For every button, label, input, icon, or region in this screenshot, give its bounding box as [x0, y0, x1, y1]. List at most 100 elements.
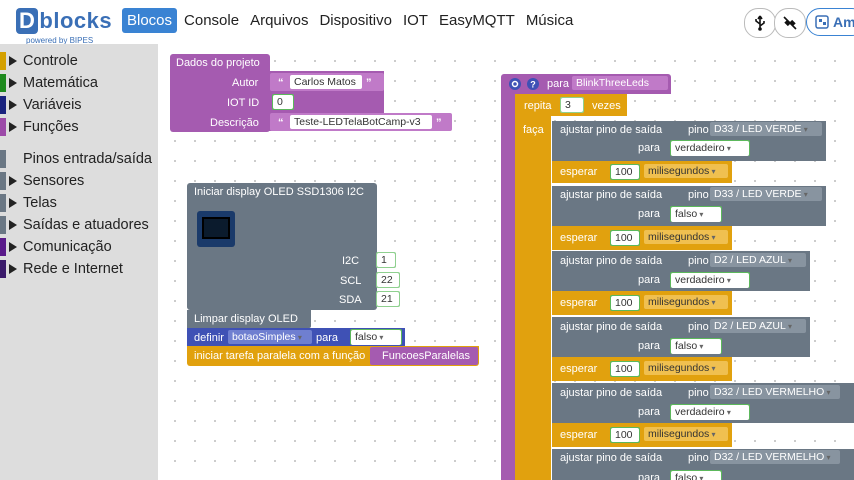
category-color-bar	[0, 194, 6, 212]
wait-ms: 100	[611, 296, 639, 310]
value-block[interactable]: verdadeiro	[670, 272, 750, 288]
pin-value: falso	[671, 339, 721, 354]
wait-label: esperar	[560, 232, 598, 244]
parallel-task-label: iniciar tarefa paralela com a função	[194, 350, 366, 362]
pin-dropdown[interactable]: D2 / LED AZUL	[710, 253, 806, 267]
category-telas[interactable]: Telas	[0, 192, 158, 214]
expand-arrow-icon	[9, 198, 17, 208]
wait-ms-field[interactable]: 100	[610, 230, 640, 246]
tab-iot[interactable]: IOT	[399, 8, 432, 33]
quote-close-icon: ”	[366, 77, 372, 89]
wait-unit-dropdown[interactable]: milisegundos	[644, 230, 728, 244]
function-name-field[interactable]: BlinkThreeLeds	[572, 76, 668, 90]
wait-ms-field[interactable]: 100	[610, 164, 640, 180]
to-label: para	[638, 406, 661, 418]
to-label: para	[638, 208, 661, 220]
do-label: faça	[523, 124, 544, 136]
pin-dropdown[interactable]: D2 / LED AZUL	[710, 319, 806, 333]
pin-dropdown[interactable]: D33 / LED VERDE	[710, 122, 822, 136]
category-sensores[interactable]: Sensores	[0, 170, 158, 192]
set-pin-label: ajustar pino de saída	[560, 189, 663, 201]
category-label: Telas	[23, 195, 57, 211]
i2c-value: 1	[377, 253, 395, 267]
category-color-bar	[0, 74, 6, 92]
category-color-bar	[0, 96, 6, 114]
category-pinos[interactable]: Pinos entrada/saída	[0, 148, 158, 170]
scl-value: 22	[377, 273, 399, 287]
usb-icon	[755, 15, 765, 31]
category-label: Sensores	[23, 173, 85, 189]
wait-ms-field[interactable]: 100	[610, 427, 640, 443]
tab-blocos[interactable]: Blocos	[122, 8, 178, 33]
account-button[interactable]: Am	[806, 8, 854, 36]
repeat-label: repita	[524, 100, 552, 112]
category-comunicacao[interactable]: Comunicação	[0, 236, 158, 258]
gear-icon[interactable]	[508, 77, 522, 91]
category-variaveis[interactable]: Variáveis	[0, 94, 158, 116]
value-block[interactable]: verdadeiro	[670, 140, 750, 156]
category-color-bar	[0, 118, 6, 136]
pin-label: pino	[688, 387, 709, 399]
wait-unit-dropdown[interactable]: milisegundos	[644, 295, 728, 309]
to-label: para	[638, 142, 661, 154]
wait-label: esperar	[560, 297, 598, 309]
pin-dropdown[interactable]: D32 / LED VERMELHO	[710, 385, 840, 399]
variable-dropdown[interactable]: botaoSimples	[228, 330, 312, 344]
pin-dropdown[interactable]: D33 / LED VERDE	[710, 187, 822, 201]
wait-unit-dropdown[interactable]: milisegundos	[644, 164, 728, 178]
pin-label: pino	[688, 124, 709, 136]
usb-connect-button[interactable]	[744, 8, 776, 38]
category-color-bar	[0, 52, 6, 70]
blocks-icon	[815, 15, 829, 29]
disconnect-button[interactable]	[774, 8, 806, 38]
tab-dispositivo[interactable]: Dispositivo	[315, 8, 396, 33]
dblocks-logo: Dblocks powered by BIPES	[16, 8, 116, 45]
category-label: Funções	[23, 119, 79, 135]
pin-value: verdadeiro	[671, 141, 749, 156]
iot-id-value: 0	[273, 95, 293, 109]
set-pin-label: ajustar pino de saída	[560, 321, 663, 333]
category-matematica[interactable]: Matemática	[0, 72, 158, 94]
help-icon[interactable]: ?	[526, 77, 540, 91]
repeat-block-spine	[515, 116, 551, 480]
category-saidas[interactable]: Saídas e atuadores	[0, 214, 158, 236]
false-value-block[interactable]: falso	[350, 329, 402, 345]
value-block[interactable]: verdadeiro	[670, 404, 750, 420]
tab-arquivos[interactable]: Arquivos	[246, 8, 312, 33]
category-label: Pinos entrada/saída	[23, 151, 152, 167]
description-field[interactable]: Teste-LEDTelaBotCamp-v3	[290, 115, 432, 129]
value-block[interactable]: falso	[670, 338, 722, 354]
blockly-workspace[interactable]: Dados do projeto Autor “ Carlos Matos ” …	[158, 44, 854, 480]
wait-ms-field[interactable]: 100	[610, 361, 640, 377]
set-label: definir	[194, 332, 224, 344]
oled-init-title: Iniciar display OLED SSD1306 I2C	[194, 186, 364, 198]
author-field[interactable]: Carlos Matos	[290, 75, 362, 89]
category-label: Rede e Internet	[23, 261, 123, 277]
tab-console[interactable]: Console	[180, 8, 243, 33]
scl-field[interactable]: 22	[376, 272, 400, 288]
expand-arrow-icon	[9, 176, 17, 186]
pin-dropdown[interactable]: D32 / LED VERMELHO	[710, 450, 840, 464]
category-controle[interactable]: Controle	[0, 50, 158, 72]
wait-unit-dropdown[interactable]: milisegundos	[644, 427, 728, 441]
value-block[interactable]: falso	[670, 470, 722, 480]
wait-unit-dropdown[interactable]: milisegundos	[644, 361, 728, 375]
value-block[interactable]: falso	[670, 206, 722, 222]
logo-letter: D	[16, 8, 39, 34]
clear-oled-label: Limpar display OLED	[194, 313, 298, 325]
iot-id-label: IOT ID	[227, 97, 260, 109]
pin-label: pino	[688, 321, 709, 333]
tab-musica[interactable]: Música	[522, 8, 578, 33]
i2c-field[interactable]: 1	[376, 252, 396, 268]
to-label: para	[638, 274, 661, 286]
sda-field[interactable]: 21	[376, 291, 400, 307]
iot-id-field[interactable]: 0	[272, 94, 294, 110]
category-color-bar	[0, 216, 6, 234]
category-funcoes[interactable]: Funções	[0, 116, 158, 138]
category-rede[interactable]: Rede e Internet	[0, 258, 158, 280]
toolbox-sidebar: Controle Matemática Variáveis Funções Pi…	[0, 44, 158, 480]
svg-text:?: ?	[530, 80, 536, 90]
wait-ms-field[interactable]: 100	[610, 295, 640, 311]
repeat-count-field[interactable]: 3	[560, 97, 584, 113]
tab-easymqtt[interactable]: EasyMQTT	[435, 8, 519, 33]
